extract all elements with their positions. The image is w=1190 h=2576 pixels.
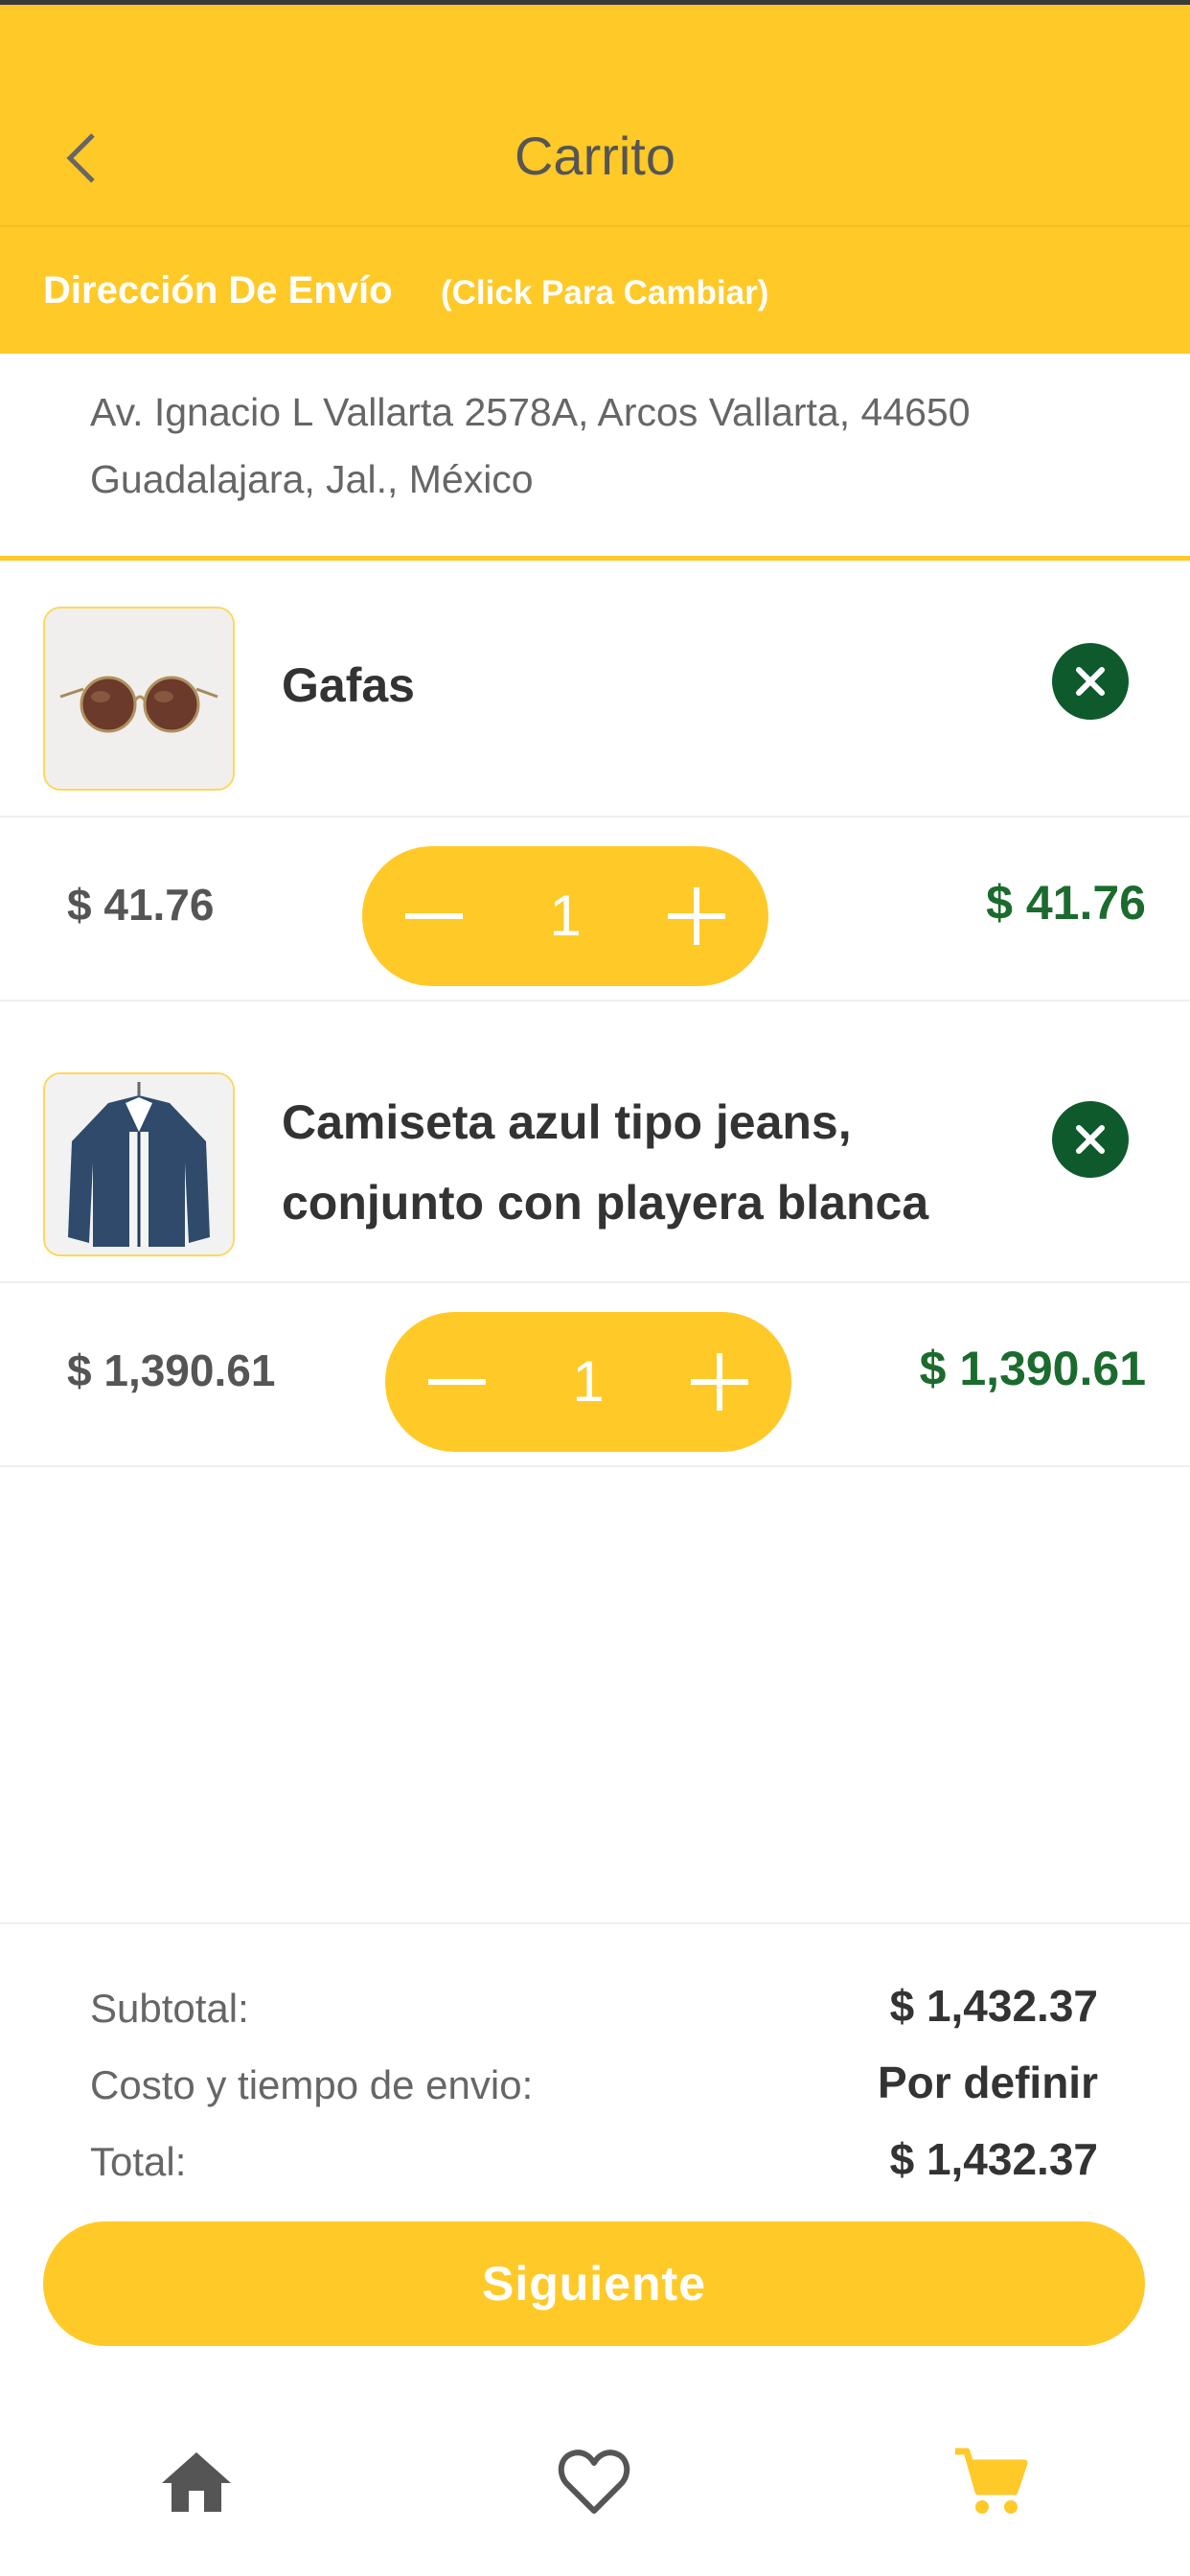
shipping-cost-label: Costo y tiempo de envio: <box>90 2062 534 2107</box>
line-total: $ 41.76 <box>986 876 1146 930</box>
increase-quantity-button[interactable] <box>667 1312 772 1452</box>
close-icon <box>1076 667 1105 696</box>
summary-divider <box>0 1922 1190 1924</box>
unit-price: $ 41.76 <box>67 880 215 930</box>
item-name-line-1: Camiseta azul tipo jeans, <box>282 1095 852 1149</box>
sunglasses-icon <box>45 609 233 789</box>
cart-item-pricing: $ 41.76 1 $ 41.76 <box>0 817 1190 1001</box>
minus-icon <box>428 1379 486 1385</box>
shirt-icon <box>45 1074 233 1254</box>
decrease-quantity-button[interactable] <box>404 1312 510 1452</box>
next-button[interactable]: Siguiente <box>43 2221 1145 2346</box>
plus-icon <box>691 1353 748 1411</box>
increase-quantity-button[interactable] <box>644 846 749 986</box>
minus-icon <box>405 913 463 919</box>
decrease-quantity-button[interactable] <box>381 846 487 986</box>
quantity-stepper: 1 <box>385 1312 791 1452</box>
cart-icon <box>955 2448 1028 2514</box>
quantity-value: 1 <box>572 1349 605 1414</box>
subtotal-value: $ 1,432.37 <box>889 1981 1098 2031</box>
page-title: Carrito <box>514 126 676 186</box>
heart-icon <box>558 2450 630 2514</box>
cart-item-header: Camiseta azul tipo jeans, conjunto con p… <box>0 1001 1190 1283</box>
quantity-stepper: 1 <box>362 846 768 986</box>
shipping-address-label: Dirección De Envío <box>43 269 393 311</box>
cart-item-header: Gafas <box>0 561 1190 817</box>
close-icon <box>1076 1125 1105 1154</box>
remove-item-button[interactable] <box>1052 1101 1129 1178</box>
quantity-value: 1 <box>549 884 582 948</box>
plus-icon <box>668 887 725 945</box>
subtotal-label: Subtotal: <box>90 1986 249 2031</box>
shipping-cost-value: Por definir <box>877 2058 1098 2107</box>
unit-price: $ 1,390.61 <box>67 1346 276 1395</box>
total-label: Total: <box>90 2139 187 2184</box>
item-name: Camiseta azul tipo jeans, conjunto con p… <box>282 1082 928 1243</box>
remove-item-button[interactable] <box>1052 643 1129 720</box>
line-total: $ 1,390.61 <box>919 1342 1146 1395</box>
shipping-address-text[interactable]: Av. Ignacio L Vallarta 2578A, Arcos Vall… <box>90 379 1125 513</box>
nav-favorites[interactable] <box>551 2439 637 2525</box>
shipping-address-bar[interactable]: Dirección De Envío (Click Para Cambiar) <box>0 225 1190 354</box>
home-icon <box>162 2452 231 2512</box>
product-image-sunglasses <box>43 607 235 791</box>
app-header: Carrito <box>0 5 1190 225</box>
item-name-line-2: conjunto con playera blanca <box>282 1176 929 1230</box>
total-value: $ 1,432.37 <box>889 2134 1098 2184</box>
cart-item-pricing: $ 1,390.61 1 $ 1,390.61 <box>0 1283 1190 1467</box>
address-line-2: Guadalajara, Jal., México <box>90 457 534 501</box>
nav-home[interactable] <box>153 2439 240 2525</box>
product-image-denim-shirt <box>43 1072 235 1256</box>
item-name: Gafas <box>282 658 415 712</box>
address-line-1: Av. Ignacio L Vallarta 2578A, Arcos Vall… <box>90 390 971 434</box>
change-address-hint[interactable]: (Click Para Cambiar) <box>441 274 768 312</box>
nav-cart[interactable] <box>947 2439 1033 2525</box>
